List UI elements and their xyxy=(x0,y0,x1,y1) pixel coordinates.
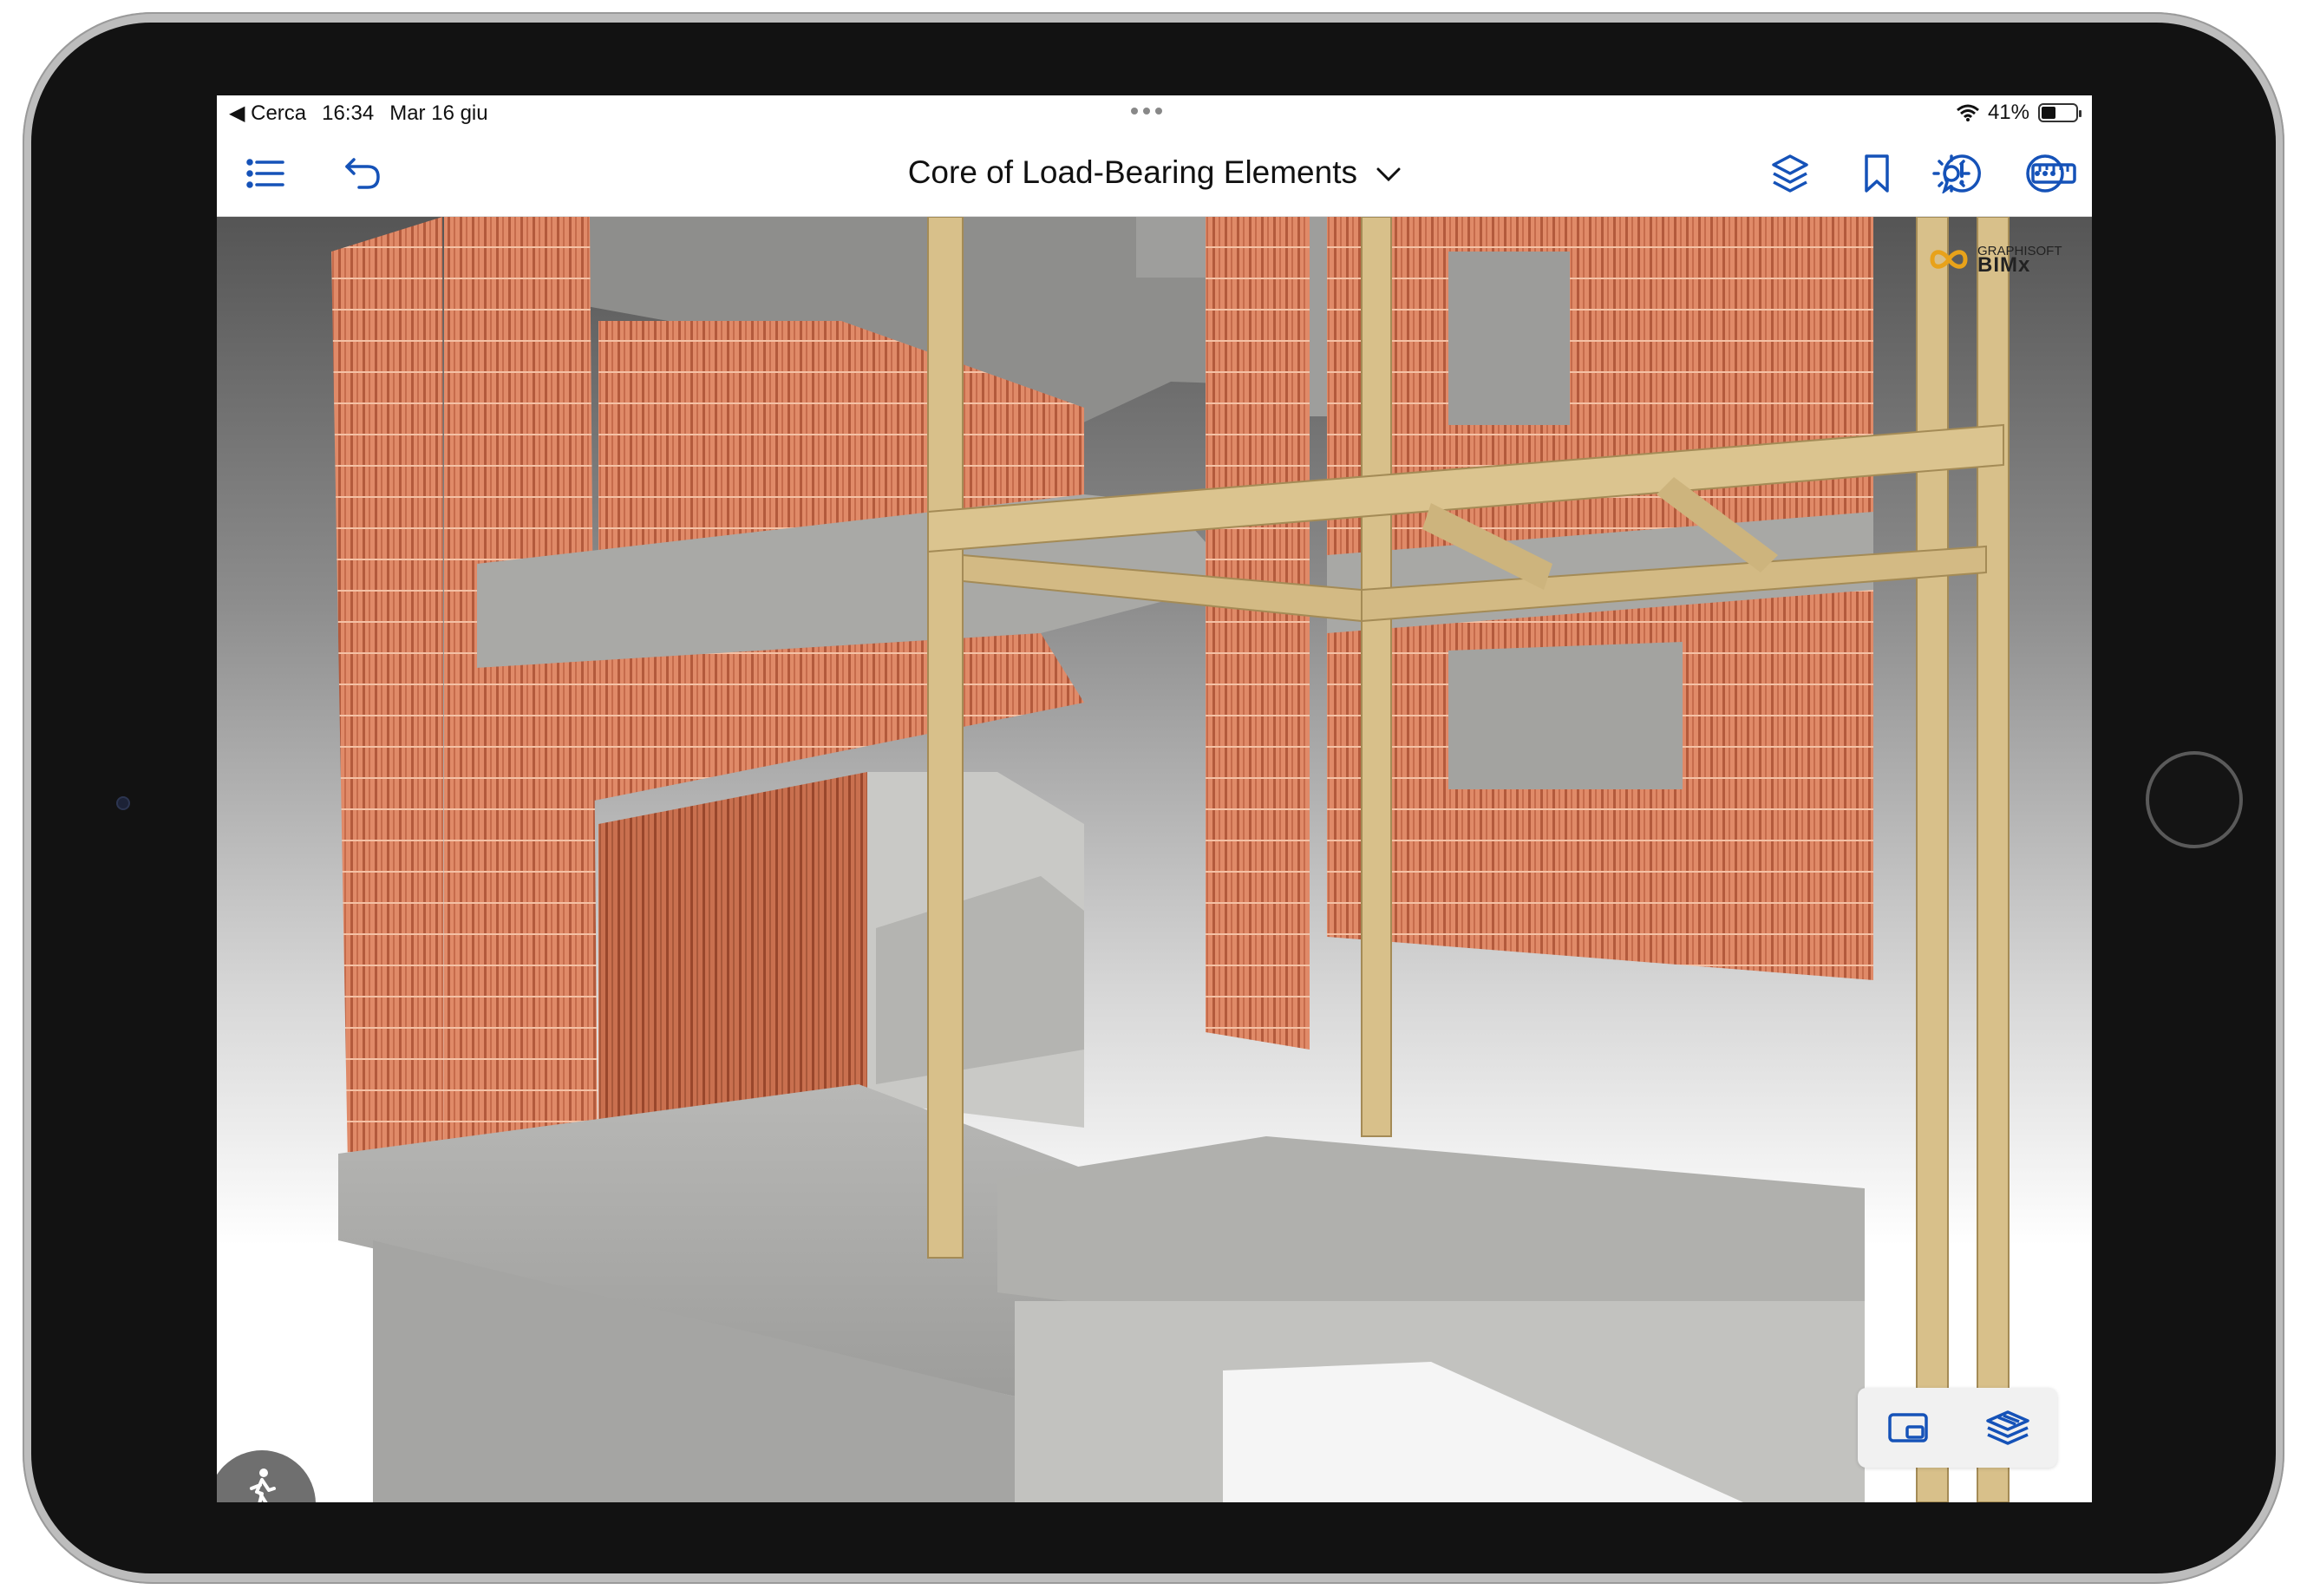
picture-in-picture-icon xyxy=(1887,1413,1928,1442)
chevron-down-icon xyxy=(1376,167,1401,182)
app-screen: ◀ Cerca 16:34 Mar 16 giu 41% Core of Loa… xyxy=(217,95,2092,1502)
floor-stack-icon xyxy=(1985,1410,2029,1445)
bimx-logo: GRAPHISOFT BIMx xyxy=(1927,239,2066,279)
walking-person-icon xyxy=(250,1468,276,1502)
view-title-text: Core of Load-Bearing Elements xyxy=(907,154,1357,190)
view-switch-panel xyxy=(1858,1388,2057,1468)
top-toolbar: Core of Load-Bearing Elements xyxy=(217,130,2092,217)
status-bar: ◀ Cerca 16:34 Mar 16 giu 41% xyxy=(217,95,2092,130)
floor-stack-button[interactable] xyxy=(1982,1402,2034,1454)
status-date: Mar 16 giu xyxy=(389,101,488,125)
product-name: BIMx xyxy=(1977,252,2031,277)
status-time: 16:34 xyxy=(322,101,375,125)
brightness-icon[interactable] xyxy=(1925,147,1977,200)
building-model-render xyxy=(331,217,2010,1502)
bookmark-icon[interactable] xyxy=(1851,147,1903,200)
camera-icon xyxy=(116,796,130,810)
back-to-search-link[interactable]: ◀ Cerca xyxy=(229,101,306,126)
home-button[interactable] xyxy=(2146,751,2243,848)
battery-percent: 41% xyxy=(1987,101,2029,124)
model-viewport[interactable]: GRAPHISOFT BIMx xyxy=(217,217,2092,1502)
more-icon[interactable] xyxy=(2019,147,2071,200)
infinity-icon xyxy=(1930,250,1968,269)
battery-icon xyxy=(2038,103,2082,122)
multitasking-dots-icon[interactable] xyxy=(1131,108,1162,114)
layers-icon[interactable] xyxy=(1764,147,1816,200)
wifi-icon xyxy=(1956,104,1979,121)
picture-in-picture-button[interactable] xyxy=(1882,1402,1934,1454)
